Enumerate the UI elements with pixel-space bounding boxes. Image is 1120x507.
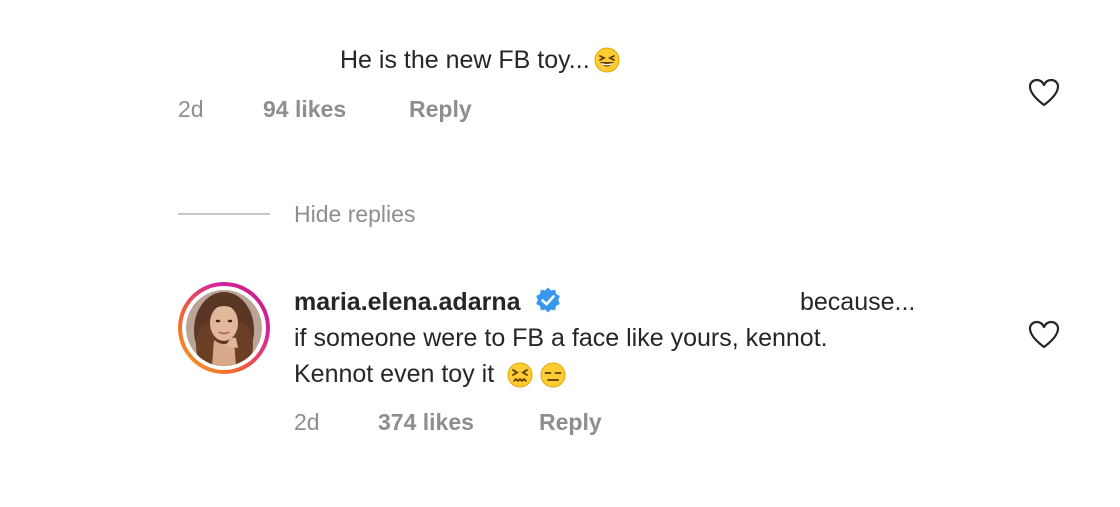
replies-divider xyxy=(178,213,270,215)
heart-outline-icon[interactable] xyxy=(1028,78,1060,108)
reply-text-line-2: if someone were to FB a face like yours,… xyxy=(294,324,828,352)
reply-timestamp: 2d xyxy=(294,409,320,435)
comment-timestamp: 2d xyxy=(178,96,204,122)
expressionless-face-emoji xyxy=(540,362,566,388)
reply-text-line-3-text: Kennot even toy it xyxy=(294,360,495,388)
reply-text-line-1: because... xyxy=(800,288,916,316)
verified-badge-icon xyxy=(536,287,561,313)
comment: He is the new FB toy... 2d 94 likes Repl… xyxy=(0,0,1120,140)
confounded-face-emoji xyxy=(507,362,533,388)
comment-reply-button[interactable]: Reply xyxy=(409,95,472,123)
reply-text-line-3: Kennot even toy it xyxy=(294,356,566,392)
avatar-portrait-image xyxy=(186,290,262,366)
comment-body: He is the new FB toy... xyxy=(340,44,620,76)
comment-likes[interactable]: 94 likes xyxy=(263,95,346,123)
comment-text: He is the new FB toy... xyxy=(340,46,590,74)
heart-outline-icon[interactable] xyxy=(1028,320,1060,350)
reply-line-1: maria.elena.adarna xyxy=(294,284,563,320)
reply-likes[interactable]: 374 likes xyxy=(378,408,474,436)
hide-replies-button[interactable]: Hide replies xyxy=(294,200,415,228)
reply-reply-button[interactable]: Reply xyxy=(539,408,602,436)
grinning-squinting-face-emoji xyxy=(594,47,620,73)
avatar[interactable] xyxy=(186,290,262,366)
reply-username[interactable]: maria.elena.adarna xyxy=(294,288,521,316)
